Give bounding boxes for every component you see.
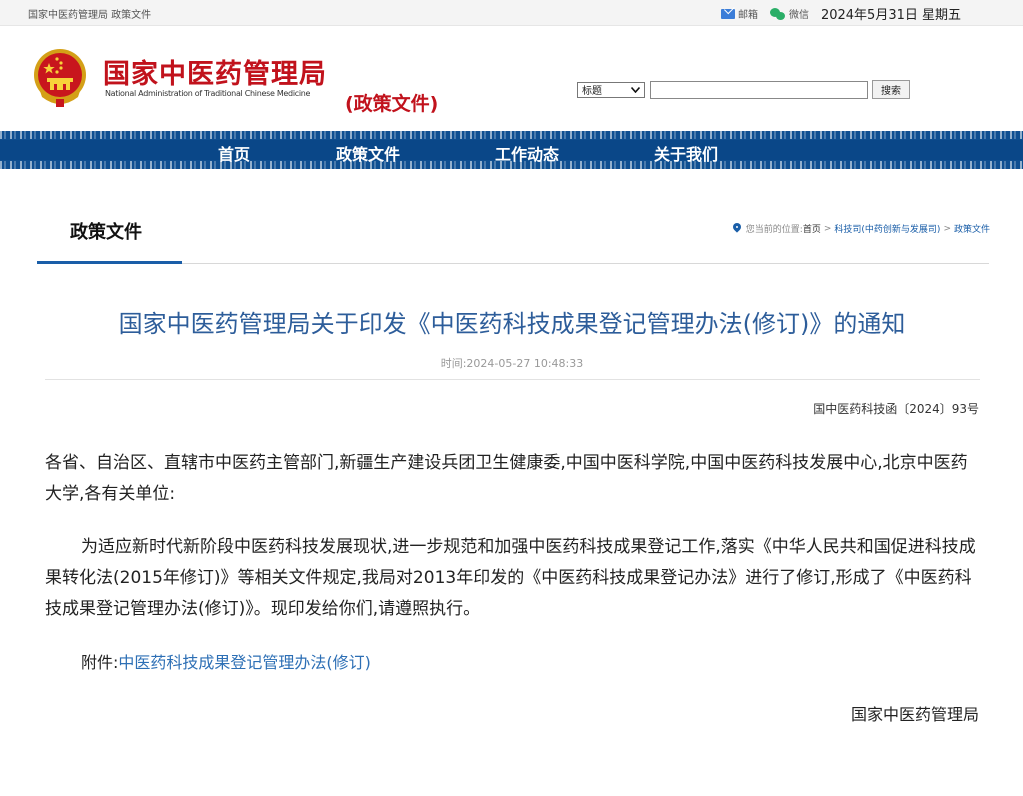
location-pin-icon xyxy=(733,223,741,234)
section-title: 政策文件 xyxy=(70,222,142,243)
nav-item-about[interactable]: 关于我们 xyxy=(654,141,718,165)
breadcrumb-dept[interactable]: 科技司(中药创新与发展司) xyxy=(834,222,940,235)
mail-link[interactable]: 邮箱 xyxy=(720,6,758,21)
top-utility-links: 邮箱 微信 2024年5月31日 星期五 xyxy=(720,4,961,23)
section-tag: (政策文件) xyxy=(345,93,439,115)
breadcrumb-home[interactable]: 首页 xyxy=(803,222,821,235)
attachment-link[interactable]: 中医药科技成果登记管理办法(修订) xyxy=(118,653,371,672)
article-title: 国家中医药管理局关于印发《中医药科技成果登记管理办法(修订)》的通知 xyxy=(118,310,906,338)
wechat-link[interactable]: 微信 xyxy=(769,6,809,21)
nav-item-news[interactable]: 工作动态 xyxy=(495,141,559,165)
mail-label: 邮箱 xyxy=(737,10,758,21)
article-divider xyxy=(45,379,980,380)
breadcrumb: 您当前的位置: 首页 > 科技司(中药创新与发展司) > 政策文件 xyxy=(733,222,990,235)
nav-pattern-top xyxy=(0,131,1023,139)
section-accent-bar xyxy=(37,261,182,264)
national-emblem-logo[interactable] xyxy=(32,47,88,109)
current-date: 2024年5月31日 星期五 xyxy=(820,8,961,23)
content-card: 政策文件 您当前的位置: 首页 > 科技司(中药创新与发展司) > 政策文件 国… xyxy=(28,169,996,796)
chevron-down-icon xyxy=(631,86,640,93)
top-breadcrumb: 国家中医药管理局 政策文件 xyxy=(28,10,152,21)
site-title-en: National Administration of Traditional C… xyxy=(105,89,311,98)
wechat-label: 微信 xyxy=(788,10,809,21)
attachment-label: 附件: xyxy=(81,653,119,672)
nav-item-policy[interactable]: 政策文件 xyxy=(336,141,400,165)
article-body: 为适应新时代新阶段中医药科技发展现状,进一步规范和加强中医药科技成果登记工作,落… xyxy=(45,537,976,619)
mail-icon xyxy=(720,8,735,19)
top-utility-bar: 国家中医药管理局 政策文件 邮箱 微信 2024年5月31日 星期五 xyxy=(0,0,1023,26)
document-number: 国中医药科技函〔2024〕93号 xyxy=(813,402,979,416)
article-time: 时间:2024-05-27 10:48:33 xyxy=(440,357,584,370)
wechat-icon xyxy=(769,7,786,20)
attachment-line: 附件:中医药科技成果登记管理办法(修订) xyxy=(81,649,371,673)
nav-item-home[interactable]: 首页 xyxy=(218,141,250,165)
search-scope-select[interactable]: 标题 xyxy=(577,81,645,98)
site-title-cn[interactable]: 国家中医药管理局 xyxy=(103,52,327,91)
site-header: 国家中医药管理局 National Administration of Trad… xyxy=(0,27,1023,131)
breadcrumb-current[interactable]: 政策文件 xyxy=(954,222,990,235)
location-label: 您当前的位置: xyxy=(745,225,803,235)
search-input[interactable] xyxy=(650,80,868,99)
article-signature: 国家中医药管理局 xyxy=(850,705,979,724)
article-addressee: 各省、自治区、直辖市中医药主管部门,新疆生产建设兵团卫生健康委,中国中医科学院,… xyxy=(45,453,968,504)
search-bar: 标题 搜索 xyxy=(577,80,910,99)
search-button[interactable]: 搜索 xyxy=(872,80,910,99)
search-scope-value: 标题 xyxy=(582,86,602,97)
main-nav: 首页 政策文件 工作动态 关于我们 xyxy=(0,131,1023,169)
